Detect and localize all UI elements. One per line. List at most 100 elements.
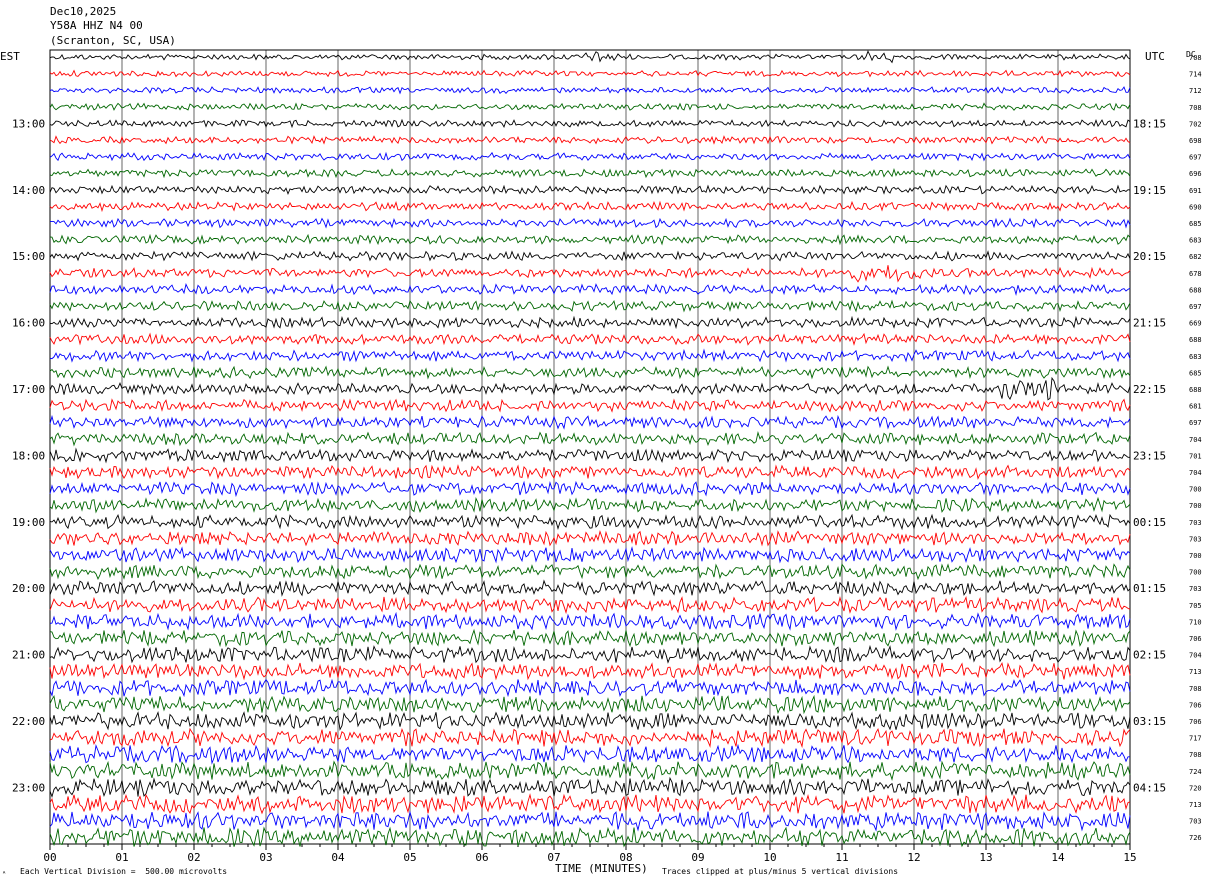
dc-offset-label: 708 [1189, 104, 1202, 112]
right-time-label: 19:15 [1133, 184, 1166, 197]
dc-offset-label: 683 [1189, 353, 1202, 361]
dc-offset-label: 708 [1189, 751, 1202, 759]
trace-line [49, 86, 1131, 95]
trace-line [49, 184, 1131, 196]
corner-mark-icon: ᴬ [2, 870, 7, 878]
dc-offset-label: 706 [1189, 718, 1202, 726]
x-tick-label: 11 [835, 851, 848, 864]
right-time-label: 20:15 [1133, 250, 1166, 263]
x-tick-label: 09 [691, 851, 704, 864]
trace-line [49, 167, 1131, 179]
x-tick-label: 02 [187, 851, 200, 864]
trace-line [49, 50, 1131, 64]
trace-line [49, 710, 1131, 731]
left-time-label: 19:00 [12, 516, 45, 529]
left-time-label: 13:00 [12, 117, 45, 130]
trace-line [49, 760, 1131, 781]
dc-offset-label: 717 [1189, 735, 1202, 743]
trace-line [49, 265, 1131, 283]
trace-line [49, 563, 1131, 581]
trace-line [49, 250, 1131, 262]
dc-offset-label: 712 [1189, 87, 1202, 95]
dc-offset-label: 703 [1189, 535, 1202, 543]
right-time-label: 04:15 [1133, 781, 1166, 794]
dc-offset-label: 685 [1189, 369, 1202, 377]
dc-offset-label: 703 [1189, 519, 1202, 527]
x-tick-label: 10 [763, 851, 776, 864]
right-time-label: 18:15 [1133, 117, 1166, 130]
trace-line [49, 644, 1131, 664]
left-time-label: 14:00 [12, 184, 45, 197]
dc-offset-label: 700 [1189, 552, 1202, 560]
trace-line [49, 414, 1131, 430]
dc-offset-label: 714 [1189, 71, 1202, 79]
trace-line [49, 102, 1131, 111]
trace-line [49, 315, 1131, 330]
left-time-label: 15:00 [12, 250, 45, 263]
dc-offset-label: 704 [1189, 469, 1202, 477]
trace-line [49, 200, 1131, 213]
trace-line [49, 332, 1131, 346]
right-time-label: 22:15 [1133, 383, 1166, 396]
helicorder-chart: 00 01 02 03 04 05 06 07 08 09 10 11 12 13 14 1570871471… [12, 49, 1202, 864]
trace-line [49, 678, 1131, 698]
trace-line [49, 217, 1131, 229]
dc-offset-label: 708 [1189, 54, 1202, 62]
trace-line [49, 151, 1131, 162]
right-time-label: 01:15 [1133, 582, 1166, 595]
dc-offset-label: 681 [1189, 403, 1202, 411]
dc-offset-label: 700 [1189, 502, 1202, 510]
dc-offset-label: 682 [1189, 253, 1202, 261]
dc-offset-label: 688 [1189, 286, 1202, 294]
dc-offset-label: 710 [1189, 618, 1202, 626]
trace-line [49, 135, 1131, 145]
dc-offset-label: 691 [1189, 187, 1202, 195]
trace-line [49, 793, 1131, 815]
trace-line [49, 299, 1131, 313]
clip-note: Traces clipped at plus/minus 5 vertical … [662, 867, 899, 876]
trace-line [49, 546, 1131, 564]
dc-offset-label: 701 [1189, 452, 1202, 460]
dc-offset-label: 703 [1189, 818, 1202, 826]
trace-line [49, 743, 1130, 765]
trace-line [49, 628, 1131, 648]
trace-line [49, 480, 1131, 498]
trace-line [49, 348, 1131, 363]
x-axis-title: TIME (MINUTES) [555, 862, 648, 875]
right-time-label: 23:15 [1133, 449, 1166, 462]
trace-line [49, 596, 1131, 615]
right-time-label: 00:15 [1133, 516, 1166, 529]
dc-offset-label: 688 [1189, 336, 1202, 344]
trace-line [49, 398, 1131, 413]
dc-offset-label: 683 [1189, 237, 1202, 245]
dc-offset-label: 720 [1189, 784, 1202, 792]
left-time-label: 23:00 [12, 781, 45, 794]
left-time-label: 22:00 [12, 715, 45, 728]
x-tick-label: 14 [1051, 851, 1065, 864]
trace-line [49, 233, 1131, 246]
x-tick-label: 01 [115, 851, 128, 864]
dc-offset-label: 697 [1189, 303, 1202, 311]
trace-line [49, 530, 1131, 547]
left-time-label: 21:00 [12, 649, 45, 662]
dc-offset-label: 703 [1189, 585, 1202, 593]
dc-offset-label: 696 [1189, 170, 1202, 178]
x-tick-label: 12 [907, 851, 920, 864]
dc-offset-label: 700 [1189, 569, 1202, 577]
trace-line [49, 496, 1131, 514]
right-time-label: 02:15 [1133, 649, 1166, 662]
trace-line [49, 810, 1131, 832]
trace-line [49, 464, 1131, 480]
x-tick-label: 06 [475, 851, 488, 864]
x-tick-label: 00 [43, 851, 56, 864]
dc-offset-label: 705 [1189, 602, 1202, 610]
trace-line [49, 69, 1131, 78]
dc-offset-label: 702 [1189, 120, 1202, 128]
vertical-division-note: Each Vertical Division = 500.00 microvol… [20, 867, 228, 876]
plot-frame [49, 49, 1131, 845]
trace-line [49, 431, 1131, 447]
trace-line [49, 579, 1131, 597]
left-time-label: 16:00 [12, 317, 45, 330]
left-time-label: 20:00 [12, 582, 45, 595]
trace-line [49, 376, 1131, 401]
